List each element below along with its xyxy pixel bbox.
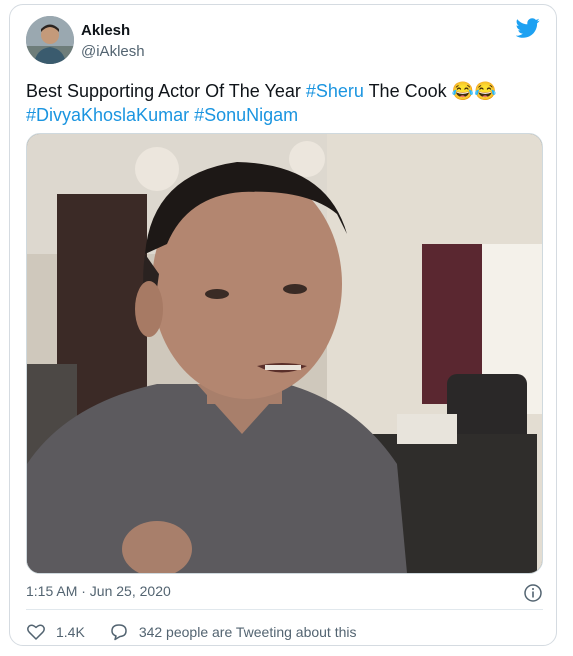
tweeting-count[interactable]: 342 people are Tweeting about this (139, 624, 357, 640)
info-icon[interactable] (523, 583, 543, 603)
hashtag-divyakhoslakumar[interactable]: #DivyaKhoslaKumar (26, 105, 189, 125)
tweet-text: Best Supporting Actor Of The Year #Sheru… (26, 79, 546, 127)
hashtag-sonunigam[interactable]: #SonuNigam (194, 105, 298, 125)
speech-bubble-icon[interactable] (109, 622, 129, 642)
tweet-text-part: Best Supporting Actor Of The Year (26, 81, 306, 101)
tweet-timestamp[interactable]: 1:15 AM · Jun 25, 2020 (26, 583, 171, 599)
tweet-card: Aklesh @iAklesh Best Supporting Actor Of… (9, 4, 557, 646)
like-count[interactable]: 1.4K (56, 624, 85, 640)
avatar[interactable] (26, 16, 74, 64)
twitter-bird-icon[interactable] (516, 16, 540, 40)
user-handle[interactable]: @iAklesh (81, 43, 145, 60)
tweet-video[interactable] (26, 133, 543, 574)
hashtag-sheru[interactable]: #Sheru (306, 81, 364, 101)
user-avatar-icon (26, 16, 74, 64)
user-name[interactable]: Aklesh (81, 22, 130, 39)
tweet-text-part: The Cook (363, 81, 452, 101)
emoji-laughing: 😂😂 (451, 81, 497, 101)
video-still-image (27, 134, 542, 573)
heart-icon[interactable] (26, 622, 46, 642)
tweet-meta: 1:15 AM · Jun 25, 2020 (26, 583, 543, 603)
divider (26, 609, 543, 610)
tweet-actions: 1.4K 342 people are Tweeting about this (26, 620, 357, 644)
